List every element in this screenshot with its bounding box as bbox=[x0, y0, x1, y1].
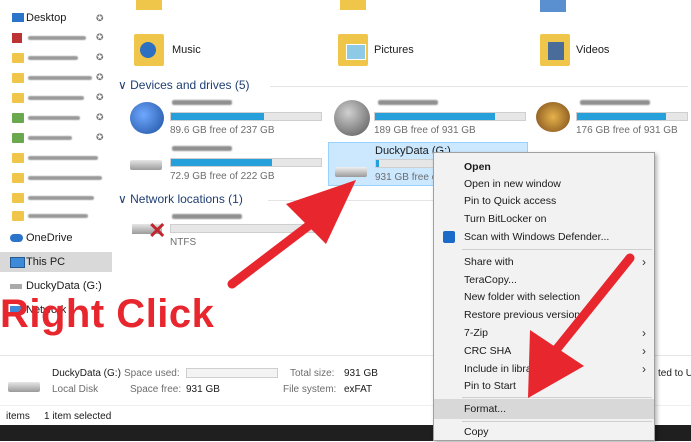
annotation-arrows bbox=[227, 180, 635, 398]
arrow-to-drive bbox=[227, 180, 356, 289]
arrow-to-format bbox=[528, 253, 635, 398]
